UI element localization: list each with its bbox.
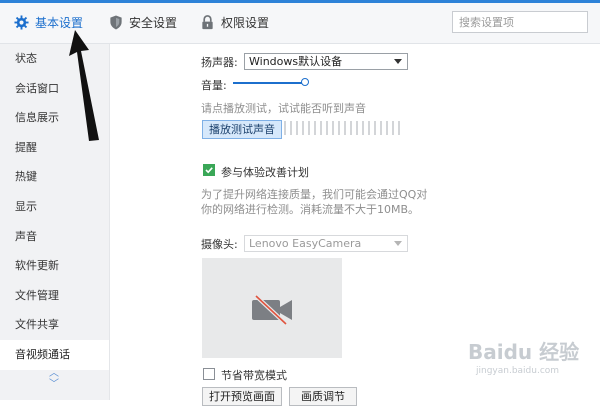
meter-bar (392, 121, 394, 135)
sidebar-item-status[interactable]: 状态 (0, 44, 109, 74)
volume-level-meter (284, 121, 406, 135)
volume-slider-track[interactable] (233, 82, 305, 84)
meter-bar (368, 121, 370, 135)
volume-slider-handle[interactable] (301, 78, 309, 86)
tab-label: 权限设置 (221, 15, 270, 30)
speaker-select-value: Windows默认设备 (249, 55, 343, 68)
meter-bar (320, 121, 322, 135)
open-preview-button[interactable]: 打开预览画面 (202, 387, 282, 406)
meter-bar (302, 121, 304, 135)
bandwidth-saving-label: 节省带宽模式 (221, 369, 287, 382)
sidebar-item-sound[interactable]: 声音 (0, 222, 109, 252)
top-tab-bar: 基本设置 安全设置 权限设置 (0, 0, 600, 44)
check-icon (205, 167, 213, 174)
meter-bar (284, 121, 286, 135)
meter-bar (308, 121, 310, 135)
chevron-down-icon (394, 241, 402, 246)
camera-select[interactable]: Lenovo EasyCamera (244, 235, 408, 252)
meter-bar (332, 121, 334, 135)
experience-label: 参与体验改善计划 (221, 166, 309, 179)
meter-bar (380, 121, 382, 135)
sidebar-item-chat-window[interactable]: 会话窗口 (0, 74, 109, 104)
experience-checkbox[interactable] (203, 164, 215, 176)
play-test-sound-button[interactable]: 播放测试声音 (202, 120, 282, 139)
shield-icon (108, 14, 123, 30)
sidebar-item-file-management[interactable]: 文件管理 (0, 281, 109, 311)
camera-preview (202, 258, 342, 358)
sidebar-item-info-display[interactable]: 信息展示 (0, 103, 109, 133)
lock-icon (200, 14, 215, 30)
gear-icon (14, 14, 29, 30)
meter-bar (350, 121, 352, 135)
baidu-watermark-logo: Baidu 经验 jingyan.baidu.com (468, 336, 596, 388)
speaker-label: 扬声器: (201, 56, 238, 69)
camera-select-value: Lenovo EasyCamera (249, 237, 362, 250)
chevron-up-icon[interactable]: ︿ (44, 368, 64, 379)
camera-off-icon (252, 295, 292, 325)
tab-permission-settings[interactable]: 权限设置 (200, 0, 269, 44)
test-hint: 请点播放测试，试试能否听到声音 (201, 102, 366, 115)
tab-security-settings[interactable]: 安全设置 (108, 0, 177, 44)
sidebar-item-av-call[interactable]: 音视频通话 (0, 339, 109, 370)
chevron-down-icon[interactable]: ﹀ (44, 379, 64, 390)
bandwidth-saving-checkbox[interactable] (203, 368, 215, 380)
meter-bar (356, 121, 358, 135)
tab-label: 基本设置 (35, 15, 84, 30)
sidebar-item-display[interactable]: 显示 (0, 192, 109, 222)
sidebar-item-hotkeys[interactable]: 热键 (0, 162, 109, 192)
tab-label: 安全设置 (129, 15, 178, 30)
speaker-select[interactable]: Windows默认设备 (244, 53, 408, 70)
meter-bar (290, 121, 292, 135)
meter-bar (386, 121, 388, 135)
experience-description-line2: 你的网络进行检测。消耗流量不大于10MB。 (201, 203, 420, 216)
search-input[interactable] (452, 11, 588, 33)
watermark-url: jingyan.baidu.com (476, 366, 560, 376)
image-quality-button[interactable]: 画质调节 (289, 387, 357, 406)
sidebar-item-software-update[interactable]: 软件更新 (0, 251, 109, 281)
meter-bar (338, 121, 340, 135)
meter-bar (362, 121, 364, 135)
sidebar-item-reminder[interactable]: 提醒 (0, 133, 109, 163)
meter-bar (326, 121, 328, 135)
meter-bar (398, 121, 400, 135)
meter-bar (374, 121, 376, 135)
experience-description-line1: 为了提升网络连接质量，我们可能会通过QQ对 (201, 188, 428, 201)
volume-label: 音量: (201, 79, 227, 92)
top-accent-line (0, 0, 600, 3)
tab-basic-settings[interactable]: 基本设置 (14, 0, 83, 44)
meter-bar (296, 121, 298, 135)
sidebar-item-file-sharing[interactable]: 文件共享 (0, 310, 109, 340)
meter-bar (314, 121, 316, 135)
watermark-brand: Baidu 经验 (468, 340, 580, 364)
sidebar-scroll-arrows[interactable]: ︿ ﹀ (44, 368, 64, 390)
sidebar: 状态 会话窗口 信息展示 提醒 热键 显示 声音 软件更新 文件管理 文件共享 … (0, 44, 110, 400)
chevron-down-icon (394, 59, 402, 64)
meter-bar (344, 121, 346, 135)
camera-label: 摄像头: (201, 238, 238, 251)
